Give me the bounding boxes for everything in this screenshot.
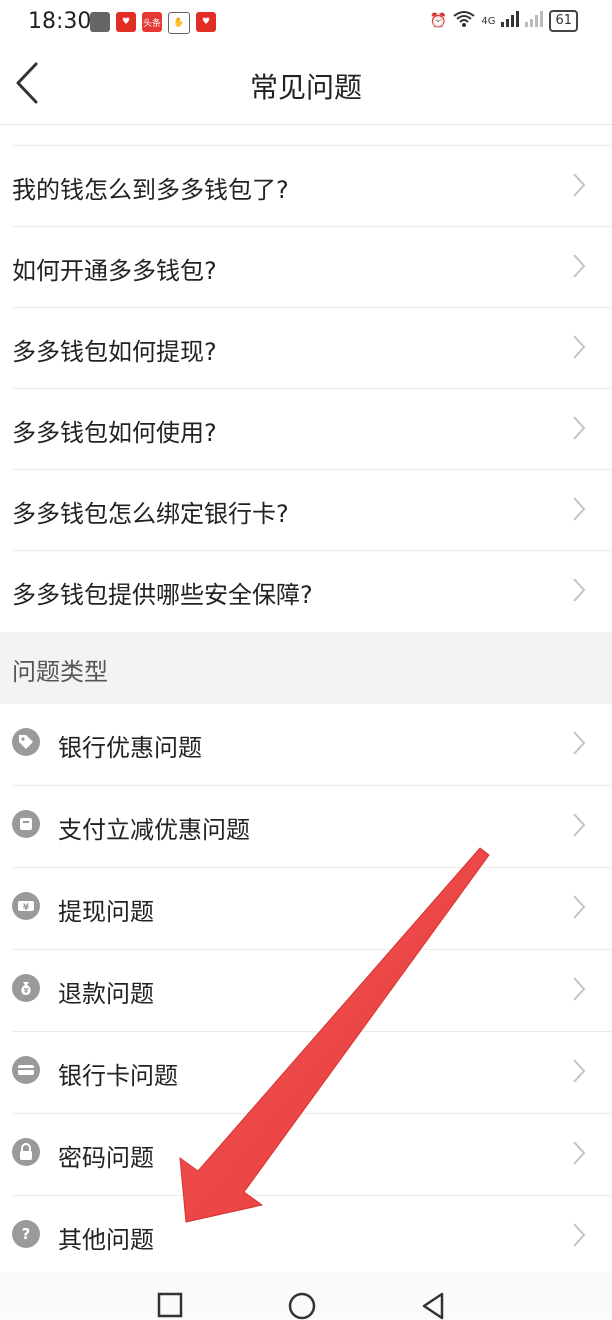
category-label: 支付立减优惠问题 [58, 816, 250, 844]
faq-item[interactable]: 多多钱包怎么绑定银行卡? [12, 469, 612, 550]
wifi-icon [453, 10, 475, 32]
chevron-right-icon [573, 254, 586, 278]
category-item[interactable]: ¥ 退款问题 [12, 950, 612, 1032]
toutiao-icon: 头条 [142, 12, 162, 32]
battery-icon: 61 [549, 10, 578, 32]
faq-item[interactable]: 我的钱怎么到多多钱包了? [12, 145, 612, 226]
chevron-right-icon [573, 416, 586, 440]
category-label: 退款问题 [58, 980, 154, 1008]
back-triangle-icon[interactable] [420, 1292, 446, 1320]
category-label: 其他问题 [58, 1226, 154, 1254]
chevron-right-icon [573, 497, 586, 521]
category-item[interactable]: 银行卡问题 [12, 1032, 612, 1114]
category-item[interactable]: 银行优惠问题 [12, 704, 612, 786]
category-label: 密码问题 [58, 1144, 154, 1172]
chevron-right-icon [573, 173, 586, 197]
status-time: 18:30 [28, 9, 92, 34]
faq-item-label: 如何开通多多钱包? [12, 257, 217, 285]
status-indicators: ⏰ 4G 61 [430, 10, 578, 32]
alarm-icon: ⏰ [429, 13, 448, 29]
chevron-right-icon [573, 813, 586, 837]
faq-item-label: 多多钱包如何使用? [12, 419, 217, 447]
category-label: 银行卡问题 [58, 1062, 178, 1090]
hand-icon: ✋ [168, 12, 190, 34]
faq-item-label: 多多钱包如何提现? [12, 338, 217, 366]
category-label: 提现问题 [58, 898, 154, 926]
chevron-right-icon [573, 1141, 586, 1165]
chevron-right-icon [573, 1059, 586, 1083]
page-header: 常见问题 [0, 44, 612, 125]
faq-item[interactable]: 如何开通多多钱包? [12, 226, 612, 307]
section-header: 问题类型 [0, 632, 612, 704]
chevron-right-icon [573, 1223, 586, 1247]
page-title: 常见问题 [249, 71, 362, 104]
tag-icon [12, 728, 40, 756]
svg-text:¥: ¥ [24, 987, 29, 995]
svg-text:¥: ¥ [23, 903, 30, 913]
chevron-right-icon [573, 578, 586, 602]
chevron-right-icon [573, 731, 586, 755]
card-icon [12, 1056, 40, 1084]
pinduoduo-icon-2: ♥ [196, 12, 216, 32]
home-icon[interactable] [288, 1292, 316, 1320]
recent-apps-icon[interactable] [157, 1292, 183, 1318]
app-icon-1 [90, 12, 110, 32]
money-bag-icon: ¥ [12, 974, 40, 1002]
faq-list: 我的钱怎么到多多钱包了? 如何开通多多钱包? 多多钱包如何提现? 多多钱包如何使… [0, 145, 612, 631]
faq-item-label: 多多钱包提供哪些安全保障? [12, 581, 313, 609]
category-item[interactable]: ? 其他问题 [12, 1196, 612, 1278]
system-nav-bar [0, 1272, 612, 1320]
signal-icon [501, 11, 520, 31]
category-label: 银行优惠问题 [58, 734, 202, 762]
category-list: 银行优惠问题 支付立减优惠问题 ¥ 提现问题 ¥ 退款问题 银行卡问题 密码问题 [0, 704, 612, 1278]
status-app-icons: ♥ 头条 ✋ ♥ [90, 12, 216, 34]
chevron-right-icon [573, 977, 586, 1001]
category-item[interactable]: ¥ 提现问题 [12, 868, 612, 950]
section-title: 问题类型 [12, 658, 108, 686]
chevron-right-icon [573, 335, 586, 359]
signal-icon-2 [525, 11, 544, 31]
faq-item[interactable]: 多多钱包如何使用? [12, 388, 612, 469]
lock-icon [12, 1138, 40, 1166]
network-type: 4G [481, 15, 496, 27]
pinduoduo-icon: ♥ [116, 12, 136, 32]
faq-item[interactable]: 多多钱包提供哪些安全保障? [12, 550, 612, 631]
yuan-ticket-icon: ¥ [12, 892, 40, 920]
status-bar: 18:30 ♥ 头条 ✋ ♥ ⏰ 4G 61 [0, 0, 612, 44]
category-item[interactable]: 支付立减优惠问题 [12, 786, 612, 868]
faq-item[interactable]: 多多钱包如何提现? [12, 307, 612, 388]
faq-item-label: 多多钱包怎么绑定银行卡? [12, 500, 289, 528]
category-item[interactable]: 密码问题 [12, 1114, 612, 1196]
question-icon: ? [12, 1220, 40, 1248]
box-icon [12, 810, 40, 838]
chevron-right-icon [573, 895, 586, 919]
faq-item-label: 我的钱怎么到多多钱包了? [12, 176, 289, 204]
